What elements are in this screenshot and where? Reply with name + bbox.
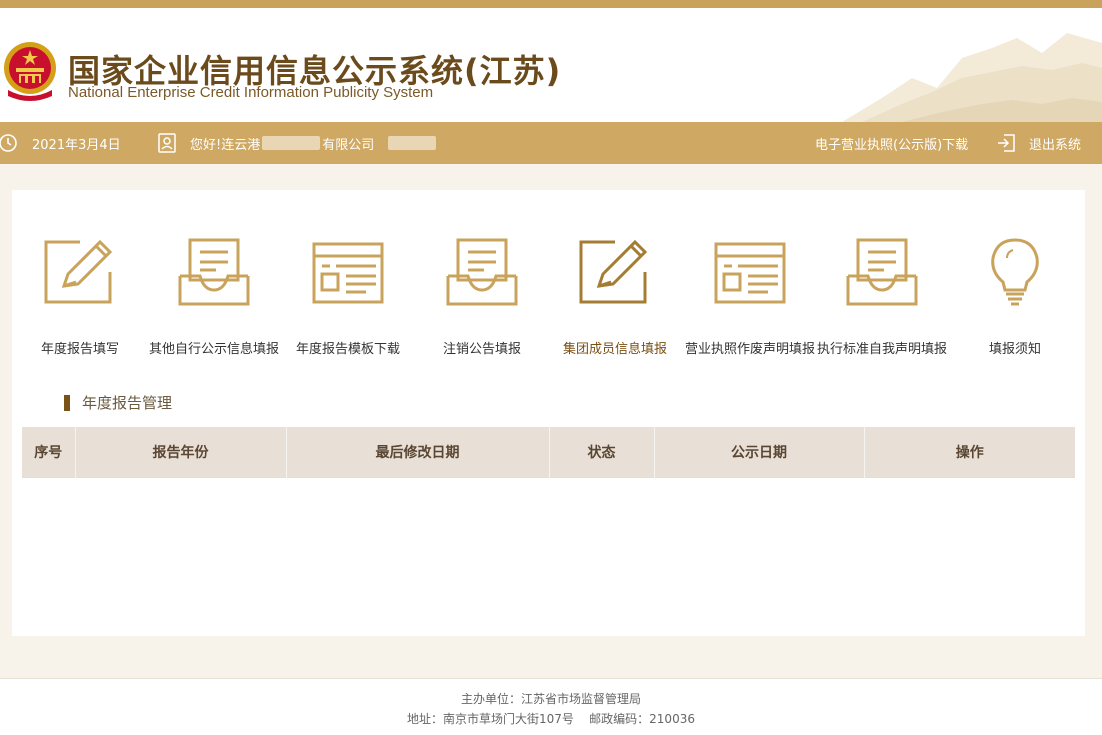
func-label: 执行标准自我声明填报: [816, 342, 947, 357]
col-publish-date: 公示日期: [654, 427, 865, 477]
redacted-company-name: [262, 136, 321, 150]
edit-pencil-icon: [579, 239, 648, 304]
logout-label: 退出系统: [1029, 137, 1082, 153]
national-emblem-icon: [4, 42, 56, 101]
logout-button[interactable]: 退出系统: [996, 122, 1081, 164]
license-download-link[interactable]: 电子营业执照(公示版)下载: [815, 122, 968, 164]
section-header: 年度报告管理: [64, 392, 172, 413]
func-annual-report-fill[interactable]: 年度报告填写: [10, 236, 150, 357]
func-standard-self-declaration[interactable]: 执行标准自我声明填报: [812, 236, 952, 357]
table-header-row: 序号 报告年份 最后修改日期 状态 公示日期 操作: [22, 427, 1075, 477]
col-index: 序号: [22, 427, 76, 477]
annual-report-table: 序号 报告年份 最后修改日期 状态 公示日期 操作: [22, 427, 1075, 478]
company-suffix: 有限公司: [322, 137, 375, 153]
user-greeting: 您好!连云港 有限公司: [158, 122, 437, 164]
col-report-year: 报告年份: [75, 427, 287, 477]
inbox-tray-icon: [446, 238, 518, 306]
user-info-bar: 2021年3月4日 您好!连云港 有限公司 电子营业执照(公示版)下载 退出系统: [0, 122, 1102, 164]
date-display: 2021年3月4日: [0, 122, 121, 164]
template-window-icon: [714, 242, 786, 304]
logout-icon: [998, 134, 1015, 152]
top-accent-strip: [0, 0, 1102, 8]
mountain-decoration: [842, 33, 1102, 122]
func-label: 注销公告填报: [442, 342, 521, 357]
site-header: 国家企业信用信息公示系统(江苏) National Enterprise Cre…: [0, 8, 1102, 122]
func-label: 填报须知: [988, 342, 1041, 357]
edit-pencil-icon: [44, 239, 113, 304]
template-window-icon: [312, 242, 384, 304]
func-filing-instructions[interactable]: 填报须知: [945, 236, 1085, 357]
section-title: 年度报告管理: [82, 394, 173, 412]
func-license-void-statement[interactable]: 营业执照作废声明填报: [680, 236, 820, 357]
inbox-tray-icon: [178, 238, 250, 306]
func-template-download[interactable]: 年度报告模板下载: [278, 236, 418, 357]
func-label: 集团成员信息填报: [562, 342, 667, 357]
inbox-tray-icon: [846, 238, 918, 306]
func-label: 年度报告填写: [40, 342, 119, 357]
main-panel: 年度报告填写 其他自行公示信息填报 年度报告模板下载 注销公告填报 集团成员信息…: [12, 190, 1085, 636]
site-title-english: National Enterprise Credit Information P…: [68, 84, 434, 101]
clock-icon: [0, 134, 17, 152]
user-card-icon: [158, 133, 176, 153]
footer-cut-off-line: [0, 729, 1102, 735]
greeting-prefix: 您好!连云港: [190, 137, 261, 153]
func-group-member-info[interactable]: 集团成员信息填报: [545, 236, 685, 357]
func-other-self-disclosure[interactable]: 其他自行公示信息填报: [144, 236, 284, 357]
redacted-user-info: [388, 136, 437, 150]
current-date: 2021年3月4日: [32, 137, 121, 153]
section-marker: [64, 394, 70, 411]
func-label: 其他自行公示信息填报: [148, 342, 279, 357]
site-footer: 主办单位：江苏省市场监督管理局 地址：南京市草场门大街107号 邮政编码：210…: [0, 678, 1102, 735]
footer-sponsor: 主办单位：江苏省市场监督管理局: [460, 692, 641, 706]
lightbulb-icon: [991, 238, 1039, 306]
col-last-modified: 最后修改日期: [286, 427, 550, 477]
footer-address: 地址：南京市草场门大街107号 邮政编码：210036: [407, 712, 695, 726]
col-actions: 操作: [864, 427, 1075, 477]
func-label: 年度报告模板下载: [295, 342, 400, 357]
func-cancellation-notice[interactable]: 注销公告填报: [412, 236, 552, 357]
col-status: 状态: [549, 427, 655, 477]
func-label: 营业执照作废声明填报: [684, 342, 815, 357]
